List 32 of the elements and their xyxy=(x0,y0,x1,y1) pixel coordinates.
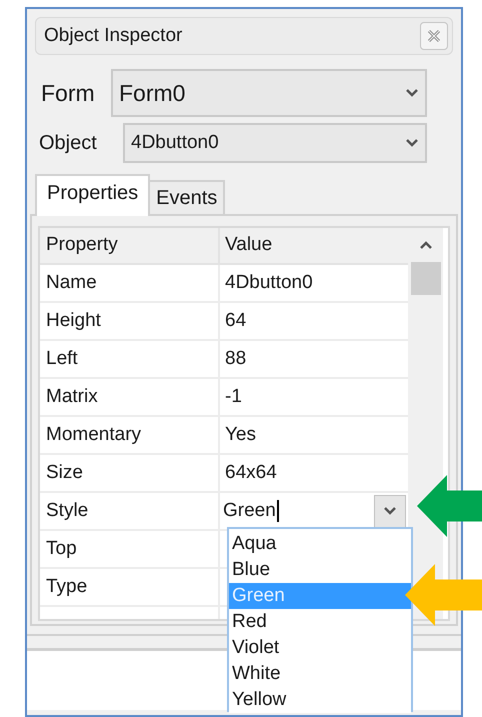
dropdown-button[interactable] xyxy=(374,494,406,528)
close-button[interactable] xyxy=(420,22,448,50)
value-cell-text: 88 xyxy=(224,346,248,371)
close-icon xyxy=(426,28,442,44)
property-cell: Style xyxy=(40,493,220,529)
property-cell: Matrix xyxy=(40,379,220,415)
scrollbar-thumb[interactable] xyxy=(410,262,440,295)
value-cell-text: 4Dbutton0 xyxy=(224,270,314,295)
property-cell: Height xyxy=(40,303,220,339)
value-cell-text: Yes xyxy=(224,422,257,447)
property-cell: Name xyxy=(40,265,220,301)
property-cell: Momentary xyxy=(40,417,220,453)
column-header: Value xyxy=(224,233,274,258)
scroll-up-icon[interactable] xyxy=(418,240,432,250)
value-cell-text: -1 xyxy=(224,384,243,409)
object-dropdown[interactable]: 4Dbutton0 xyxy=(123,123,427,163)
value-cell-text: 64x64 xyxy=(224,460,278,485)
chevron-down-icon xyxy=(405,88,419,98)
property-cell: Top xyxy=(40,531,220,567)
chevron-down-icon xyxy=(405,138,419,148)
panel-title: Object Inspector xyxy=(44,24,182,48)
form-dropdown[interactable]: Form0 xyxy=(111,69,427,117)
tab[interactable]: Properties xyxy=(35,174,150,216)
tab[interactable]: Events xyxy=(150,180,226,214)
property-cell: Type xyxy=(40,569,220,605)
form-label: Form xyxy=(41,78,96,108)
property-cell: Left xyxy=(40,341,220,377)
column-header: Property xyxy=(40,228,220,263)
value-cell-text: 64 xyxy=(224,308,248,333)
chevron-down-icon xyxy=(383,506,397,516)
object-label: Object xyxy=(39,131,98,156)
property-cell: Size xyxy=(40,455,220,491)
